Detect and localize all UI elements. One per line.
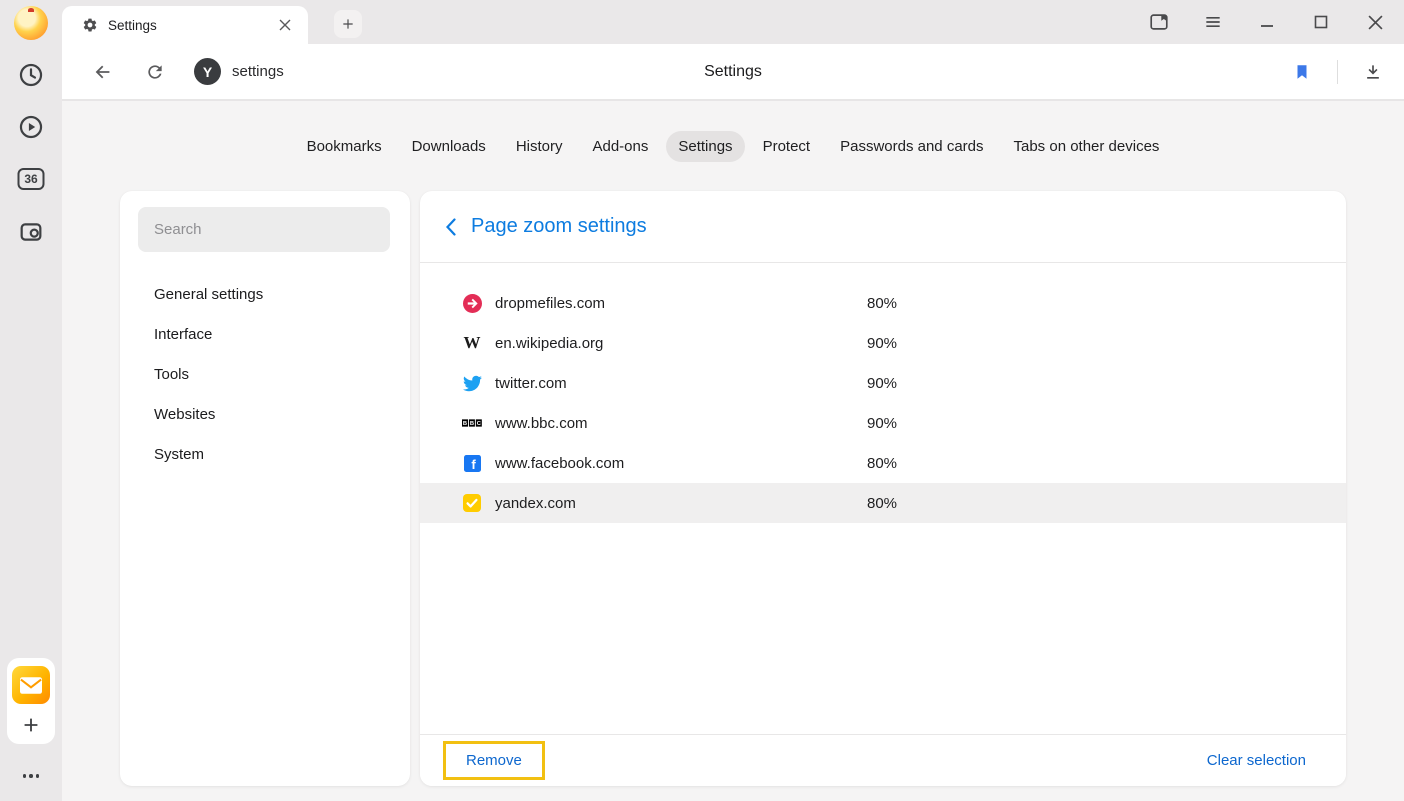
reload-icon[interactable] [140, 57, 170, 87]
minimize-icon[interactable] [1252, 7, 1282, 37]
tab-downloads[interactable]: Downloads [400, 131, 498, 162]
site-row-yandex-selected[interactable]: yandex.com 80% [420, 483, 1346, 523]
left-rail: 36 [0, 0, 62, 801]
svg-text:f: f [471, 456, 476, 471]
toolbar-page-title: Settings [704, 63, 762, 81]
site-zoom-value: 80% [867, 495, 897, 512]
gear-icon [82, 17, 98, 33]
remove-button-highlight: Remove [443, 741, 545, 780]
site-row-dropmefiles[interactable]: dropmefiles.com 80% [420, 283, 1346, 323]
menu-icon[interactable] [1198, 7, 1228, 37]
site-row-twitter[interactable]: twitter.com 90% [420, 363, 1346, 403]
toolbar: Y settings Settings [62, 44, 1404, 100]
settings-favicon: Y [194, 58, 221, 85]
profile-avatar[interactable] [14, 6, 48, 40]
site-row-bbc[interactable]: B B C www.bbc.com 90% [420, 403, 1346, 443]
site-name: www.bbc.com [495, 415, 867, 432]
settings-menu-list: General settings Interface Tools Website… [120, 274, 410, 474]
site-name: yandex.com [495, 495, 867, 512]
rail-more-icon[interactable] [16, 766, 46, 786]
tab-settings[interactable]: Settings [666, 131, 744, 162]
close-window-icon[interactable] [1360, 7, 1390, 37]
menu-item-interface[interactable]: Interface [120, 314, 410, 354]
bookmark-icon[interactable] [1287, 57, 1317, 87]
tab-bookmarks[interactable]: Bookmarks [295, 131, 394, 162]
site-row-wikipedia[interactable]: W en.wikipedia.org 90% [420, 323, 1346, 363]
tab-close-icon[interactable] [274, 14, 296, 36]
screenshot-icon[interactable] [16, 217, 46, 247]
site-zoom-value: 80% [867, 295, 897, 312]
panel-footer: Remove Clear selection [420, 734, 1346, 786]
browser-tab-settings[interactable]: Settings [62, 6, 308, 44]
yandex-mail-icon[interactable] [12, 666, 50, 704]
panel-title[interactable]: Page zoom settings [471, 215, 647, 238]
settings-page: Bookmarks Downloads History Add-ons Sett… [62, 101, 1404, 801]
tab-counter[interactable]: 36 [18, 168, 45, 190]
clear-selection-button[interactable]: Clear selection [1207, 752, 1306, 769]
downloads-icon[interactable] [1358, 57, 1388, 87]
tab-title: Settings [108, 18, 274, 33]
maximize-icon[interactable] [1306, 7, 1336, 37]
menu-item-websites[interactable]: Websites [120, 394, 410, 434]
tab-other-devices[interactable]: Tabs on other devices [1002, 131, 1172, 162]
panel-header: Page zoom settings [420, 191, 1346, 263]
twitter-favicon [462, 373, 482, 393]
history-icon[interactable] [16, 60, 46, 90]
checked-checkbox-icon[interactable] [462, 493, 482, 513]
settings-menu-card: General settings Interface Tools Website… [120, 191, 410, 786]
tab-passwords[interactable]: Passwords and cards [828, 131, 995, 162]
site-zoom-value: 80% [867, 455, 897, 472]
back-icon[interactable] [88, 57, 118, 87]
play-icon[interactable] [16, 112, 46, 142]
site-name: www.facebook.com [495, 455, 867, 472]
search-input[interactable] [138, 221, 390, 238]
sidebar-panel-icon[interactable] [1144, 7, 1174, 37]
settings-nav-tabs: Bookmarks Downloads History Add-ons Sett… [62, 131, 1404, 162]
menu-item-system[interactable]: System [120, 434, 410, 474]
wikipedia-favicon: W [462, 333, 482, 353]
site-zoom-value: 90% [867, 375, 897, 392]
menu-item-general-settings[interactable]: General settings [120, 274, 410, 314]
toolbar-right [1287, 44, 1388, 100]
bbc-favicon: B B C [462, 413, 482, 433]
facebook-favicon: f [462, 453, 482, 473]
tab-history[interactable]: History [504, 131, 575, 162]
site-list: dropmefiles.com 80% W en.wikipedia.org 9… [420, 263, 1346, 523]
chevron-left-icon[interactable] [444, 218, 458, 236]
site-row-facebook[interactable]: f www.facebook.com 80% [420, 443, 1346, 483]
site-name: twitter.com [495, 375, 867, 392]
titlebar: Settings [62, 0, 1404, 44]
page-zoom-card: Page zoom settings dropmefiles.com 80% W… [420, 191, 1346, 786]
menu-item-tools[interactable]: Tools [120, 354, 410, 394]
tab-counter-value: 36 [24, 172, 37, 186]
url-text[interactable]: settings [232, 63, 284, 80]
tab-protect[interactable]: Protect [751, 131, 823, 162]
site-name: en.wikipedia.org [495, 335, 867, 352]
site-zoom-value: 90% [867, 415, 897, 432]
search-box [138, 207, 390, 252]
svg-text:B: B [463, 421, 467, 427]
window-controls [1144, 7, 1390, 37]
dropmefiles-favicon [462, 293, 482, 313]
toolbar-divider [1337, 60, 1338, 84]
remove-button[interactable]: Remove [466, 752, 522, 769]
svg-text:B: B [470, 421, 474, 427]
site-name: dropmefiles.com [495, 295, 867, 312]
new-tab-button[interactable] [334, 10, 362, 38]
tab-addons[interactable]: Add-ons [580, 131, 660, 162]
add-shortcut-icon[interactable] [16, 710, 46, 740]
site-zoom-value: 90% [867, 335, 897, 352]
